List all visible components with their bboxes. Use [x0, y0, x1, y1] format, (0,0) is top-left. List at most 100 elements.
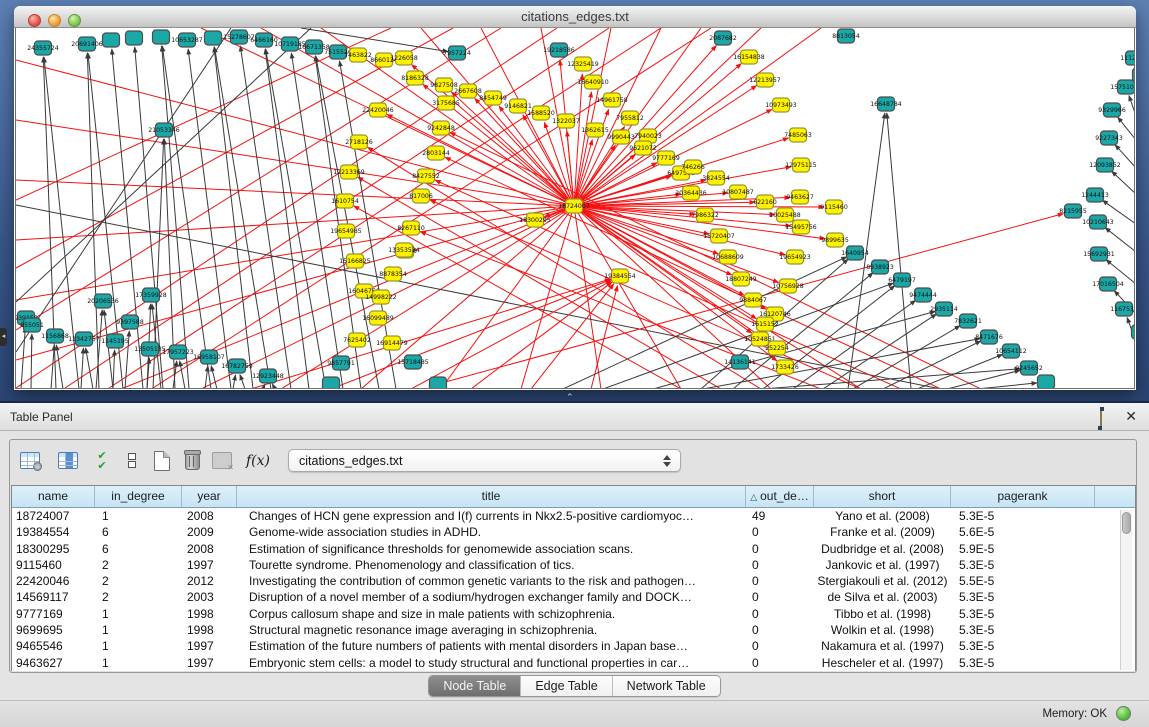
table-mode-icon[interactable]: [18, 448, 42, 473]
graph-node-label: 9621072: [629, 145, 657, 152]
new-column-icon[interactable]: [150, 448, 174, 473]
table-row[interactable]: 1830029562008Estimation of significance …: [12, 541, 1135, 557]
graph-edge[interactable]: [180, 361, 185, 389]
graph-node[interactable]: [153, 30, 170, 44]
graph-edge[interactable]: [272, 384, 275, 389]
table-row[interactable]: 977716911998Corpus callosum shape and si…: [12, 606, 1135, 622]
table-cell: 5.3E-5: [951, 606, 1095, 622]
graph-edge[interactable]: [471, 282, 612, 389]
window-titlebar[interactable]: citations_edges.txt: [14, 6, 1136, 28]
float-panel-icon[interactable]: [1100, 410, 1115, 424]
node-table[interactable]: namein_degreeyeartitle△out_de…shortpager…: [11, 485, 1136, 671]
table-scrollbar-thumb[interactable]: [1122, 512, 1131, 534]
graph-edge[interactable]: [16, 206, 574, 300]
table-cell: 2008: [182, 508, 237, 524]
graph-edge[interactable]: [977, 383, 1037, 389]
graph-edge[interactable]: [31, 334, 32, 389]
graph-edge[interactable]: [653, 311, 935, 389]
graph-edge[interactable]: [411, 281, 611, 389]
function-builder-icon[interactable]: f(x): [246, 448, 270, 473]
graph-edge[interactable]: [917, 354, 1003, 389]
graph-edge[interactable]: [86, 348, 93, 389]
network-view-window[interactable]: citations_edges.txt 24355724206914061065…: [14, 6, 1136, 390]
graph-edge[interactable]: [1105, 228, 1135, 252]
column-header-short[interactable]: short: [814, 486, 951, 507]
graph-node-label: 17957223: [162, 349, 194, 356]
graph-edge[interactable]: [1129, 96, 1135, 116]
table-row[interactable]: 1456911722003Disruption of a novel membe…: [12, 589, 1135, 605]
graph-node[interactable]: [103, 33, 120, 47]
graph-edge[interactable]: [214, 47, 253, 389]
select-mode-icon[interactable]: ✔✔: [90, 448, 114, 473]
pane-divider-grip[interactable]: ⌃: [566, 393, 578, 402]
graph-node[interactable]: [205, 31, 222, 45]
table-cell: Franke et al. (2009): [814, 524, 951, 540]
graph-edge[interactable]: [823, 314, 936, 389]
graph-node[interactable]: [126, 31, 143, 45]
graph-node-label: 1226058: [390, 55, 418, 62]
graph-node-label: 9990443: [607, 134, 635, 141]
tab-node-table[interactable]: Node Table: [429, 676, 521, 696]
graph-edge[interactable]: [793, 300, 916, 389]
graph-edge[interactable]: [65, 28, 609, 388]
row-cells-icon[interactable]: [120, 448, 144, 473]
tab-edge-table[interactable]: Edge Table: [521, 676, 612, 696]
graph-edge[interactable]: [56, 345, 63, 389]
graph-edge[interactable]: [214, 47, 271, 389]
graph-edge[interactable]: [265, 49, 309, 389]
table-cell: 19384554: [12, 524, 95, 540]
table-scrollbar[interactable]: [1120, 510, 1132, 670]
graph-node[interactable]: [1132, 325, 1136, 339]
table-row[interactable]: 1872400712008Changes of HCN gene express…: [12, 508, 1135, 524]
graph-edge[interactable]: [240, 375, 245, 389]
show-columns-icon[interactable]: [56, 448, 80, 473]
graph-node[interactable]: [323, 377, 340, 389]
column-header-name[interactable]: name: [12, 486, 95, 507]
graph-node[interactable]: [1133, 68, 1136, 82]
column-header-title[interactable]: title: [237, 486, 746, 507]
table-row[interactable]: 2242004622012Investigating the contribut…: [12, 573, 1135, 589]
tab-network-table[interactable]: Network Table: [613, 676, 720, 696]
graph-edge[interactable]: [211, 366, 217, 389]
graph-edge[interactable]: [574, 28, 821, 206]
graph-node[interactable]: [430, 377, 447, 389]
graph-edge[interactable]: [1112, 171, 1135, 194]
left-panel-collapse-handle[interactable]: ◂: [0, 328, 7, 346]
table-row[interactable]: 969969511998Structural magnetic resonanc…: [12, 622, 1135, 638]
graph-node-label: 14136141: [724, 359, 756, 366]
graph-edge[interactable]: [763, 369, 1020, 389]
column-header-out_de[interactable]: △out_de…: [746, 486, 814, 507]
table-row[interactable]: 946554611997Estimation of the future num…: [12, 638, 1135, 654]
close-panel-icon[interactable]: ✕: [1125, 408, 1137, 425]
graph-edge[interactable]: [574, 206, 824, 207]
table-cell: Investigating the contribution of common…: [237, 573, 746, 589]
delete-column-icon[interactable]: [180, 448, 204, 473]
graph-edge[interactable]: [233, 375, 235, 389]
column-header-in_degree[interactable]: in_degree: [95, 486, 182, 507]
network-canvas[interactable]: 2435572420691406106532871527860764661601…: [15, 28, 1135, 389]
graph-edge[interactable]: [574, 206, 681, 389]
graph-edge[interactable]: [887, 113, 911, 389]
graph-node-label: 1733426: [771, 364, 799, 371]
graph-edge[interactable]: [51, 345, 54, 389]
graph-node-label: 8813054: [832, 33, 860, 40]
table-row[interactable]: 911546021997Tourette syndrome. Phenomeno…: [12, 557, 1135, 573]
table-cell: 5.3E-5: [951, 655, 1095, 671]
graph-node[interactable]: [1038, 375, 1055, 389]
column-header-year[interactable]: year: [182, 486, 237, 507]
graph-edge[interactable]: [591, 286, 618, 389]
table-row[interactable]: 946362711997Embryonic stem cells: a mode…: [12, 655, 1135, 671]
graph-node-label: 9227343: [1095, 135, 1123, 142]
graph-node-label: 8215955: [1059, 208, 1087, 215]
graph-node-label: 252254: [765, 345, 789, 352]
graph-edge[interactable]: [104, 310, 113, 389]
graph-node-label: 8938923: [866, 264, 894, 271]
graph-node-label: 12923448: [252, 373, 284, 380]
graph-edge[interactable]: [81, 348, 83, 389]
graph-edge[interactable]: [574, 143, 641, 206]
table-cell: Genome-wide association studies in ADHD.: [237, 524, 746, 540]
table-row[interactable]: 1938455462009Genome-wide association stu…: [12, 524, 1135, 540]
column-header-pagerank[interactable]: pagerank: [951, 486, 1095, 507]
network-table-select[interactable]: citations_edges.txt: [288, 449, 681, 472]
graph-node-label: 1362615: [581, 127, 609, 134]
